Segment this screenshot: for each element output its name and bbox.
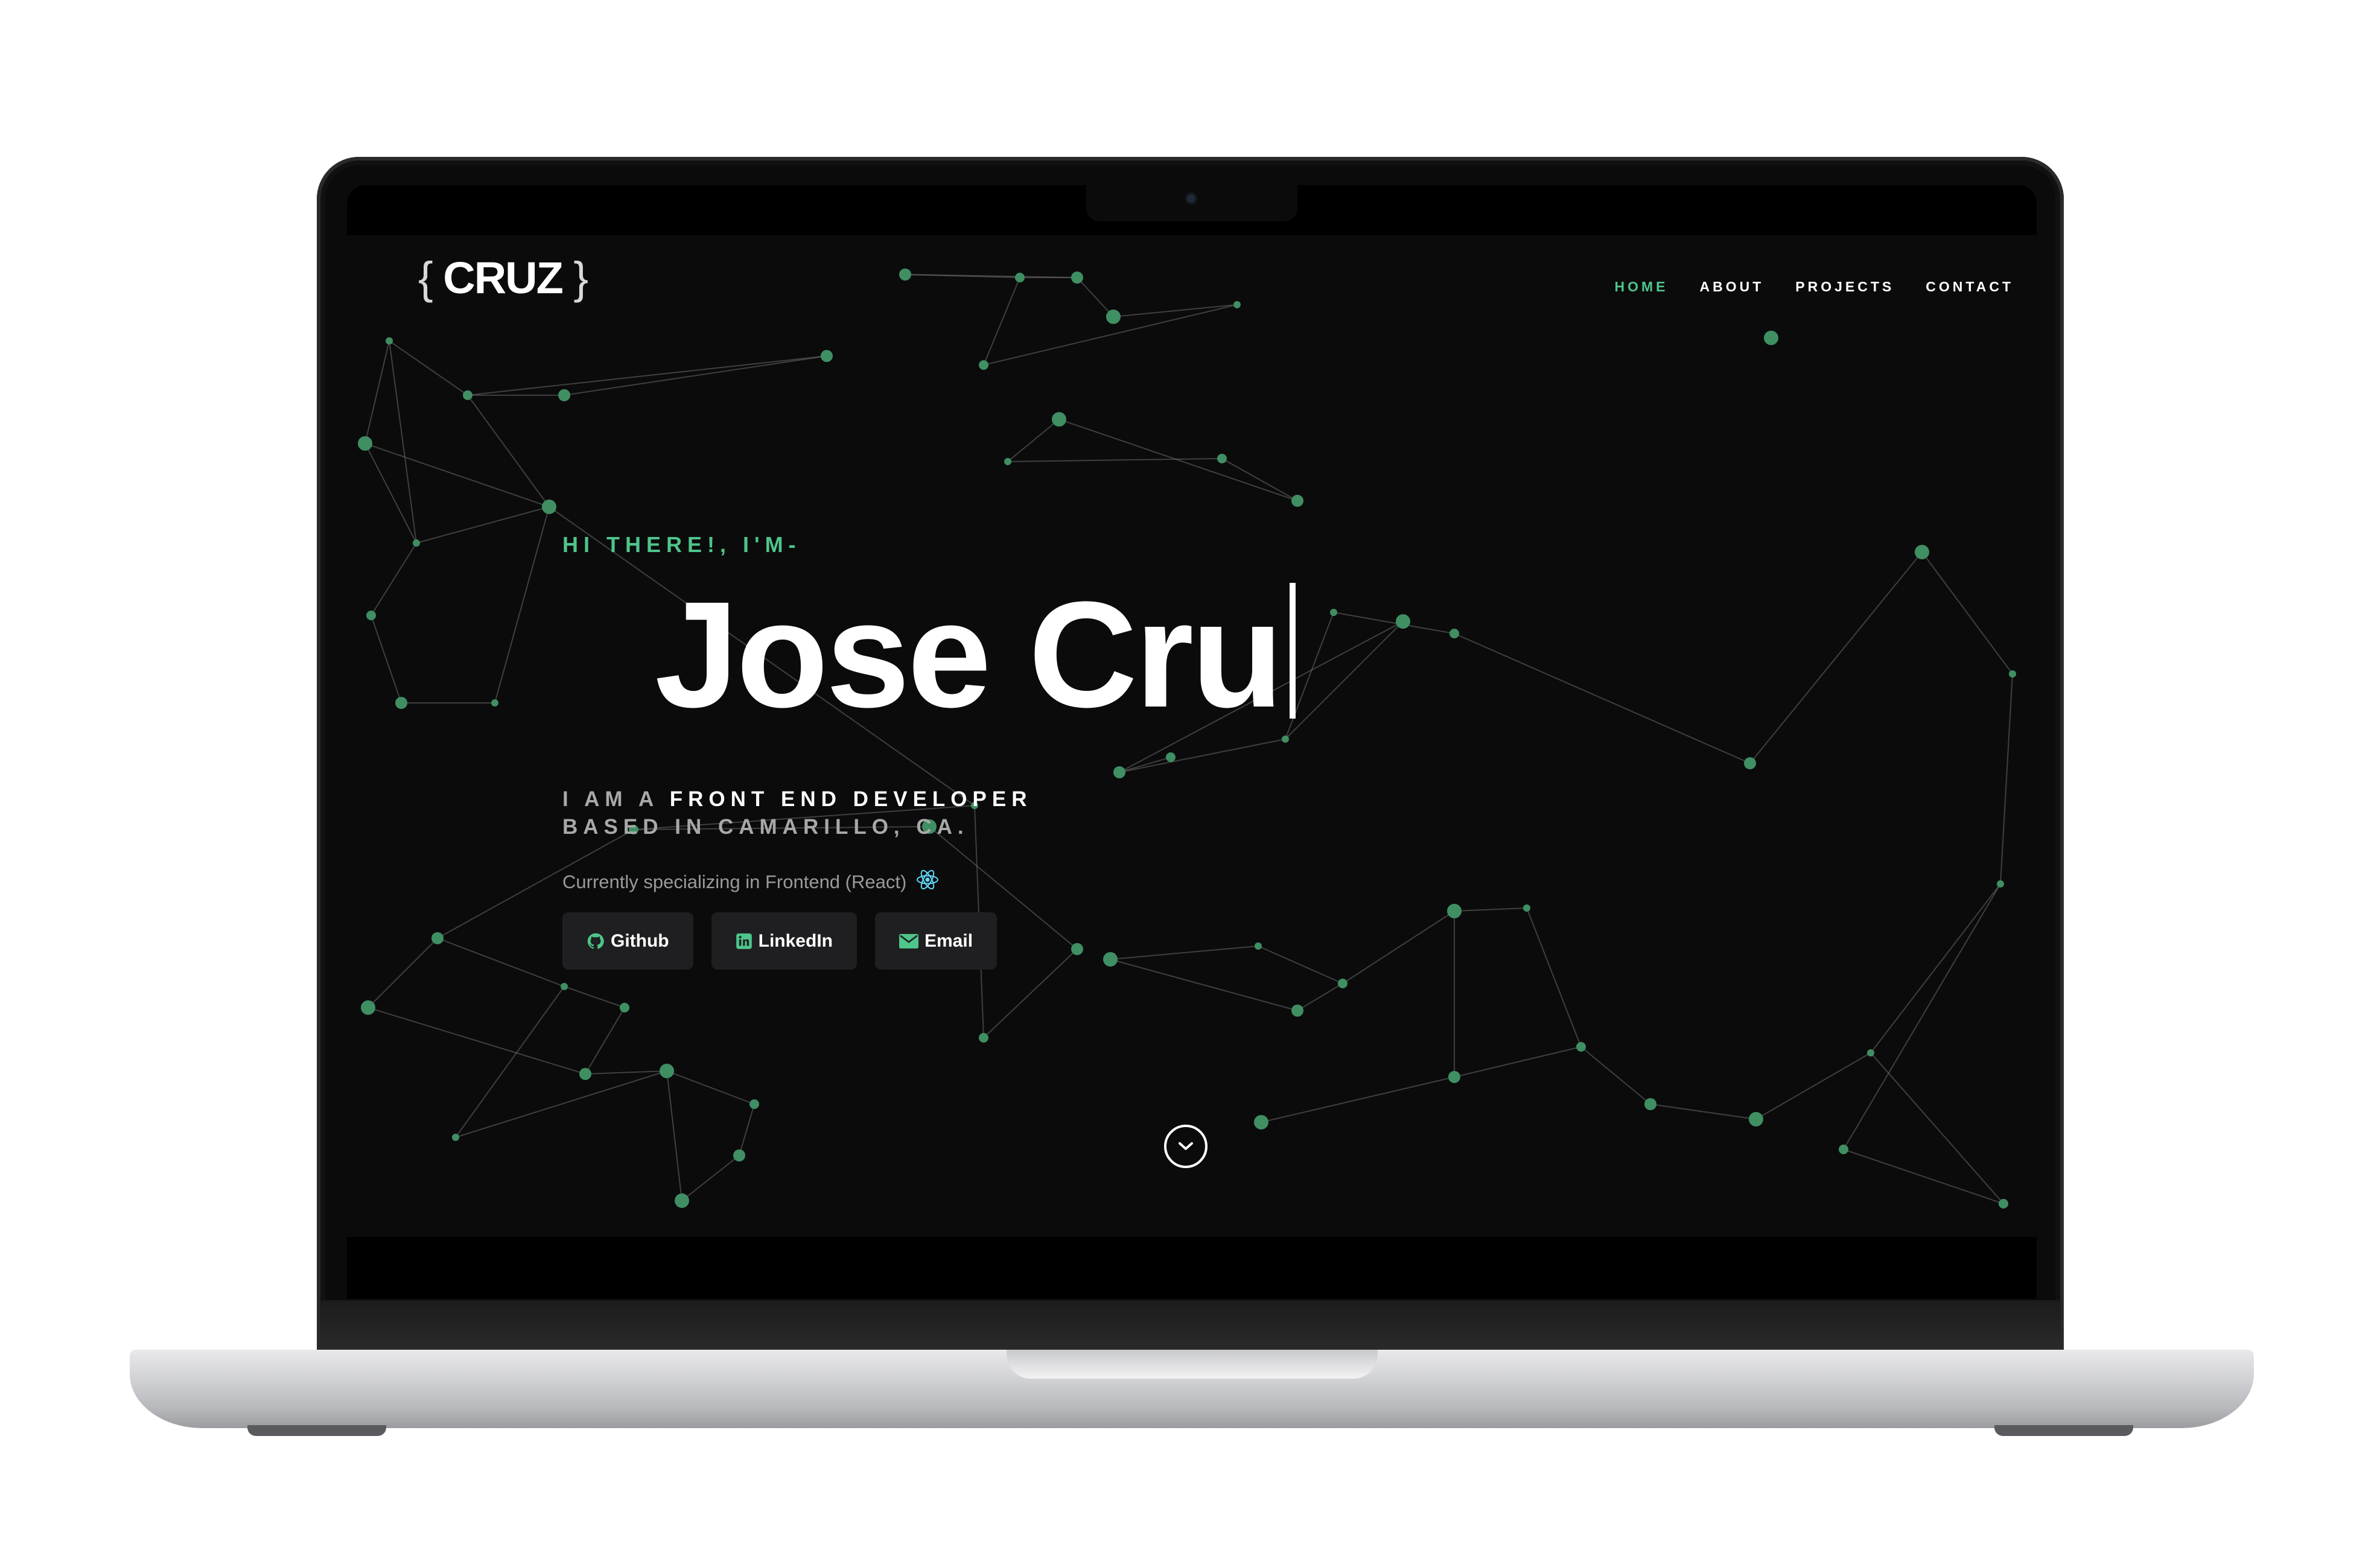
site-logo[interactable]: { CRUZ } [418, 252, 588, 303]
email-button-label: Email [924, 930, 973, 951]
logo-brace-open: { [418, 253, 433, 303]
logo-text: CRUZ [443, 253, 564, 303]
linkedin-button-label: LinkedIn [758, 930, 833, 951]
hero-greeting: HI THERE!, I'M- [562, 532, 801, 557]
typing-caret [1289, 583, 1296, 719]
email-button[interactable]: Email [874, 912, 998, 970]
hero-name: Jose Cru [655, 579, 1296, 730]
hero-specializing-text: Currently specializing in Frontend (Reac… [562, 871, 907, 892]
main-nav: HOME ABOUT PROJECTS CONTACT [1615, 279, 2014, 295]
nav-item-home[interactable]: HOME [1615, 279, 1669, 295]
logo-brace-close: } [573, 253, 588, 303]
laptop-foot-right [1994, 1425, 2133, 1436]
laptop-hinge-notch [1007, 1350, 1378, 1379]
chevron-down-icon [1179, 1142, 1193, 1150]
linkedin-icon [736, 933, 752, 950]
envelope-icon [899, 933, 918, 949]
hero-role-title: FRONT END DEVELOPER [669, 787, 1032, 811]
hero-name-text: Jose Cru [655, 570, 1284, 739]
github-button[interactable]: Github [562, 912, 693, 970]
social-buttons: Github LinkedIn Email [562, 912, 998, 970]
react-icon [915, 868, 940, 897]
nav-item-contact[interactable]: CONTACT [1926, 279, 2014, 295]
website-screen: { CRUZ } HOME ABOUT PROJECTS CONTACT HI … [347, 235, 2037, 1237]
laptop-mockup: { CRUZ } HOME ABOUT PROJECTS CONTACT HI … [0, 0, 2380, 1547]
camera-icon [1185, 192, 1198, 205]
hero-specializing: Currently specializing in Frontend (Reac… [562, 868, 940, 897]
github-button-label: Github [611, 930, 669, 951]
scroll-down-button[interactable] [1164, 1125, 1208, 1168]
hero-role-prefix: I AM A [562, 787, 670, 811]
hero-role-line1: I AM A FRONT END DEVELOPER [562, 786, 1032, 813]
linkedin-button[interactable]: LinkedIn [711, 912, 857, 970]
laptop-foot-left [247, 1425, 386, 1436]
nav-item-projects[interactable]: PROJECTS [1795, 279, 1894, 295]
nav-item-about[interactable]: ABOUT [1700, 279, 1764, 295]
hero-role: I AM A FRONT END DEVELOPER BASED IN CAMA… [562, 786, 1032, 841]
github-icon [587, 932, 605, 950]
hero-role-line2: BASED IN CAMARILLO, CA. [562, 815, 969, 839]
laptop-chin [320, 1300, 2061, 1352]
